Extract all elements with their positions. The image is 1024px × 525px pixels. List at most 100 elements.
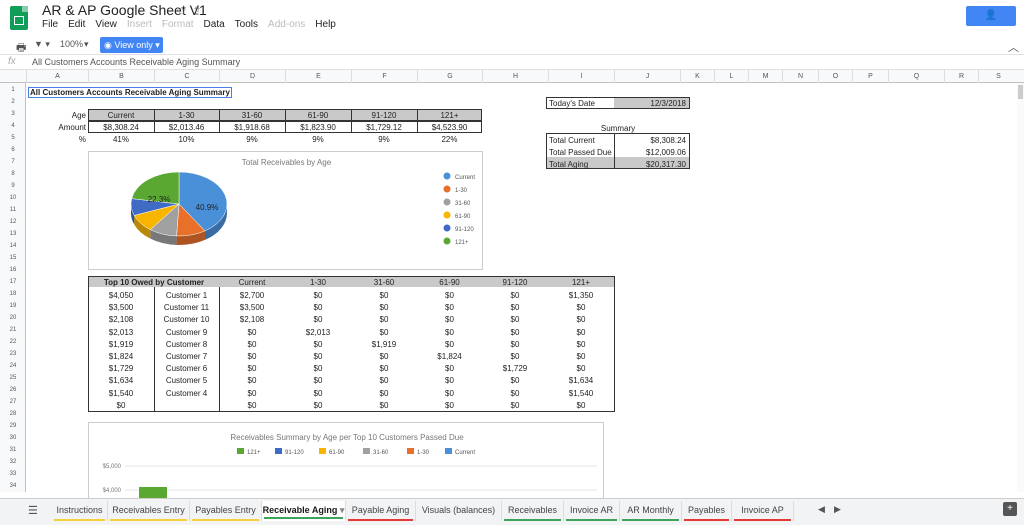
bar-chart-top10-passed-due[interactable]: Receivables Summary by Age per Top 10 Cu… [88,422,604,503]
row-header[interactable]: 1 [0,87,26,93]
row-header[interactable]: 29 [0,423,26,429]
row-header[interactable]: 6 [0,147,26,153]
menu-file[interactable]: File [42,19,58,30]
row-header[interactable]: 24 [0,363,26,369]
scroll-thumb[interactable] [1018,85,1023,99]
all-sheets-icon[interactable]: ☰ [28,504,38,517]
tab-instructions[interactable]: Instructions [52,501,108,521]
legend-swatch [443,185,451,193]
vertical-scrollbar[interactable] [1017,83,1024,492]
tab-payables[interactable]: Payables [682,501,732,521]
tab-color-underline [504,519,561,521]
tab-receivables[interactable]: Receivables [502,501,564,521]
view-only-button[interactable]: ◉ View only ▾ [100,37,163,53]
pie-chart-total-receivables[interactable]: Total Receivables by Age 40.9% 22.3% Curre… [88,151,483,270]
column-header[interactable]: J [614,70,680,83]
row-header[interactable]: 30 [0,435,26,441]
row-header[interactable]: 32 [0,459,26,465]
row-header[interactable]: 26 [0,387,26,393]
row-header[interactable]: 23 [0,351,26,357]
scroll-right-icon[interactable]: ▶ [834,504,841,515]
row-header[interactable]: 15 [0,255,26,261]
column-header[interactable]: O [818,70,852,83]
row-header[interactable]: 16 [0,267,26,273]
row-header[interactable]: 17 [0,279,26,285]
column-header[interactable]: Q [888,70,944,83]
row-header[interactable]: 8 [0,171,26,177]
row-header[interactable]: 10 [0,195,26,201]
column-header[interactable]: G [417,70,482,83]
column-header[interactable]: M [748,70,782,83]
row-header[interactable]: 4 [0,123,26,129]
tab-label: Receivable Aging [262,505,338,515]
menu-tools[interactable]: Tools [235,19,258,30]
legend-swatch [445,448,452,454]
menu-edit[interactable]: Edit [68,19,85,30]
column-header[interactable]: D [219,70,285,83]
tab-invoice-ap[interactable]: Invoice AP [732,501,794,521]
menu-addons[interactable]: Add-ons [268,19,305,30]
drive-folder-icon[interactable]: ⇪ [192,4,202,18]
tab-payable-aging[interactable]: Payable Aging [346,501,416,521]
row-header[interactable]: 5 [0,135,26,141]
toolbar: 🖶 ▼ ▾ 100% ▾ ◉ View only ▾ ︿ [0,36,1024,55]
row-header[interactable]: 31 [0,447,26,453]
menu-insert[interactable]: Insert [127,19,152,30]
row-header[interactable]: 19 [0,303,26,309]
legend-label: Current [455,175,475,181]
menu-help[interactable]: Help [315,19,336,30]
column-header[interactable]: K [680,70,714,83]
row-header[interactable]: 2 [0,99,26,105]
star-icon[interactable]: ☆ [176,4,187,18]
tab-visuals-balances-[interactable]: Visuals (balances) [416,501,502,521]
row-header[interactable]: 20 [0,315,26,321]
row-header[interactable]: 7 [0,159,26,165]
column-header[interactable]: H [482,70,548,83]
tab-invoice-ar[interactable]: Invoice AR [564,501,620,521]
column-header[interactable]: N [782,70,818,83]
filter-icon[interactable]: ▼ ▾ [34,39,50,50]
row-header[interactable]: 27 [0,399,26,405]
column-header[interactable]: P [852,70,888,83]
formula-input[interactable]: All Customers Accounts Receivable Aging … [32,57,240,67]
column-header[interactable]: I [548,70,614,83]
share-button[interactable]: 👤 SHARE [966,6,1016,41]
sheet-heading[interactable]: All Customers Accounts Receivable Aging … [28,87,232,98]
row-header[interactable]: 33 [0,471,26,477]
column-header[interactable]: L [714,70,748,83]
tab-receivables-entry[interactable]: Receivables Entry [108,501,190,521]
row-header[interactable]: 28 [0,411,26,417]
column-header[interactable]: E [285,70,351,83]
column-header[interactable]: S [978,70,1018,83]
sheets-logo-icon[interactable] [10,6,28,30]
column-header[interactable]: R [944,70,978,83]
row-header[interactable]: 22 [0,339,26,345]
column-header[interactable]: A [26,70,88,83]
menu-format[interactable]: Format [162,19,194,30]
collapse-icon[interactable]: ︿ [1008,39,1019,55]
explore-icon[interactable]: + [1003,502,1017,516]
scroll-left-icon[interactable]: ◀ [818,504,825,515]
column-header[interactable]: C [154,70,219,83]
row-header[interactable]: 25 [0,375,26,381]
row-header[interactable]: 9 [0,183,26,189]
row-header[interactable]: 11 [0,207,26,213]
row-header[interactable]: 18 [0,291,26,297]
tab-payables-entry[interactable]: Payables Entry [190,501,262,521]
tab-menu-chevron-icon[interactable]: ▾ [337,505,345,515]
row-header[interactable]: 14 [0,243,26,249]
chevron-down-icon[interactable]: ▾ [84,39,89,50]
zoom-select[interactable]: 100% [60,39,83,49]
row-header[interactable]: 12 [0,219,26,225]
row-header[interactable]: 13 [0,231,26,237]
row-header[interactable]: 21 [0,327,26,333]
column-header[interactable]: B [88,70,154,83]
column-header[interactable]: F [351,70,417,83]
tab-receivable-aging[interactable]: Receivable Aging ▾ [262,501,346,521]
row-header[interactable]: 3 [0,111,26,117]
row-header[interactable]: 34 [0,483,26,489]
menu-data[interactable]: Data [204,19,225,30]
amount-value: $8,308.24 [103,123,139,132]
tab-ar-monthly[interactable]: AR Monthly [620,501,682,521]
menu-view[interactable]: View [95,19,117,30]
